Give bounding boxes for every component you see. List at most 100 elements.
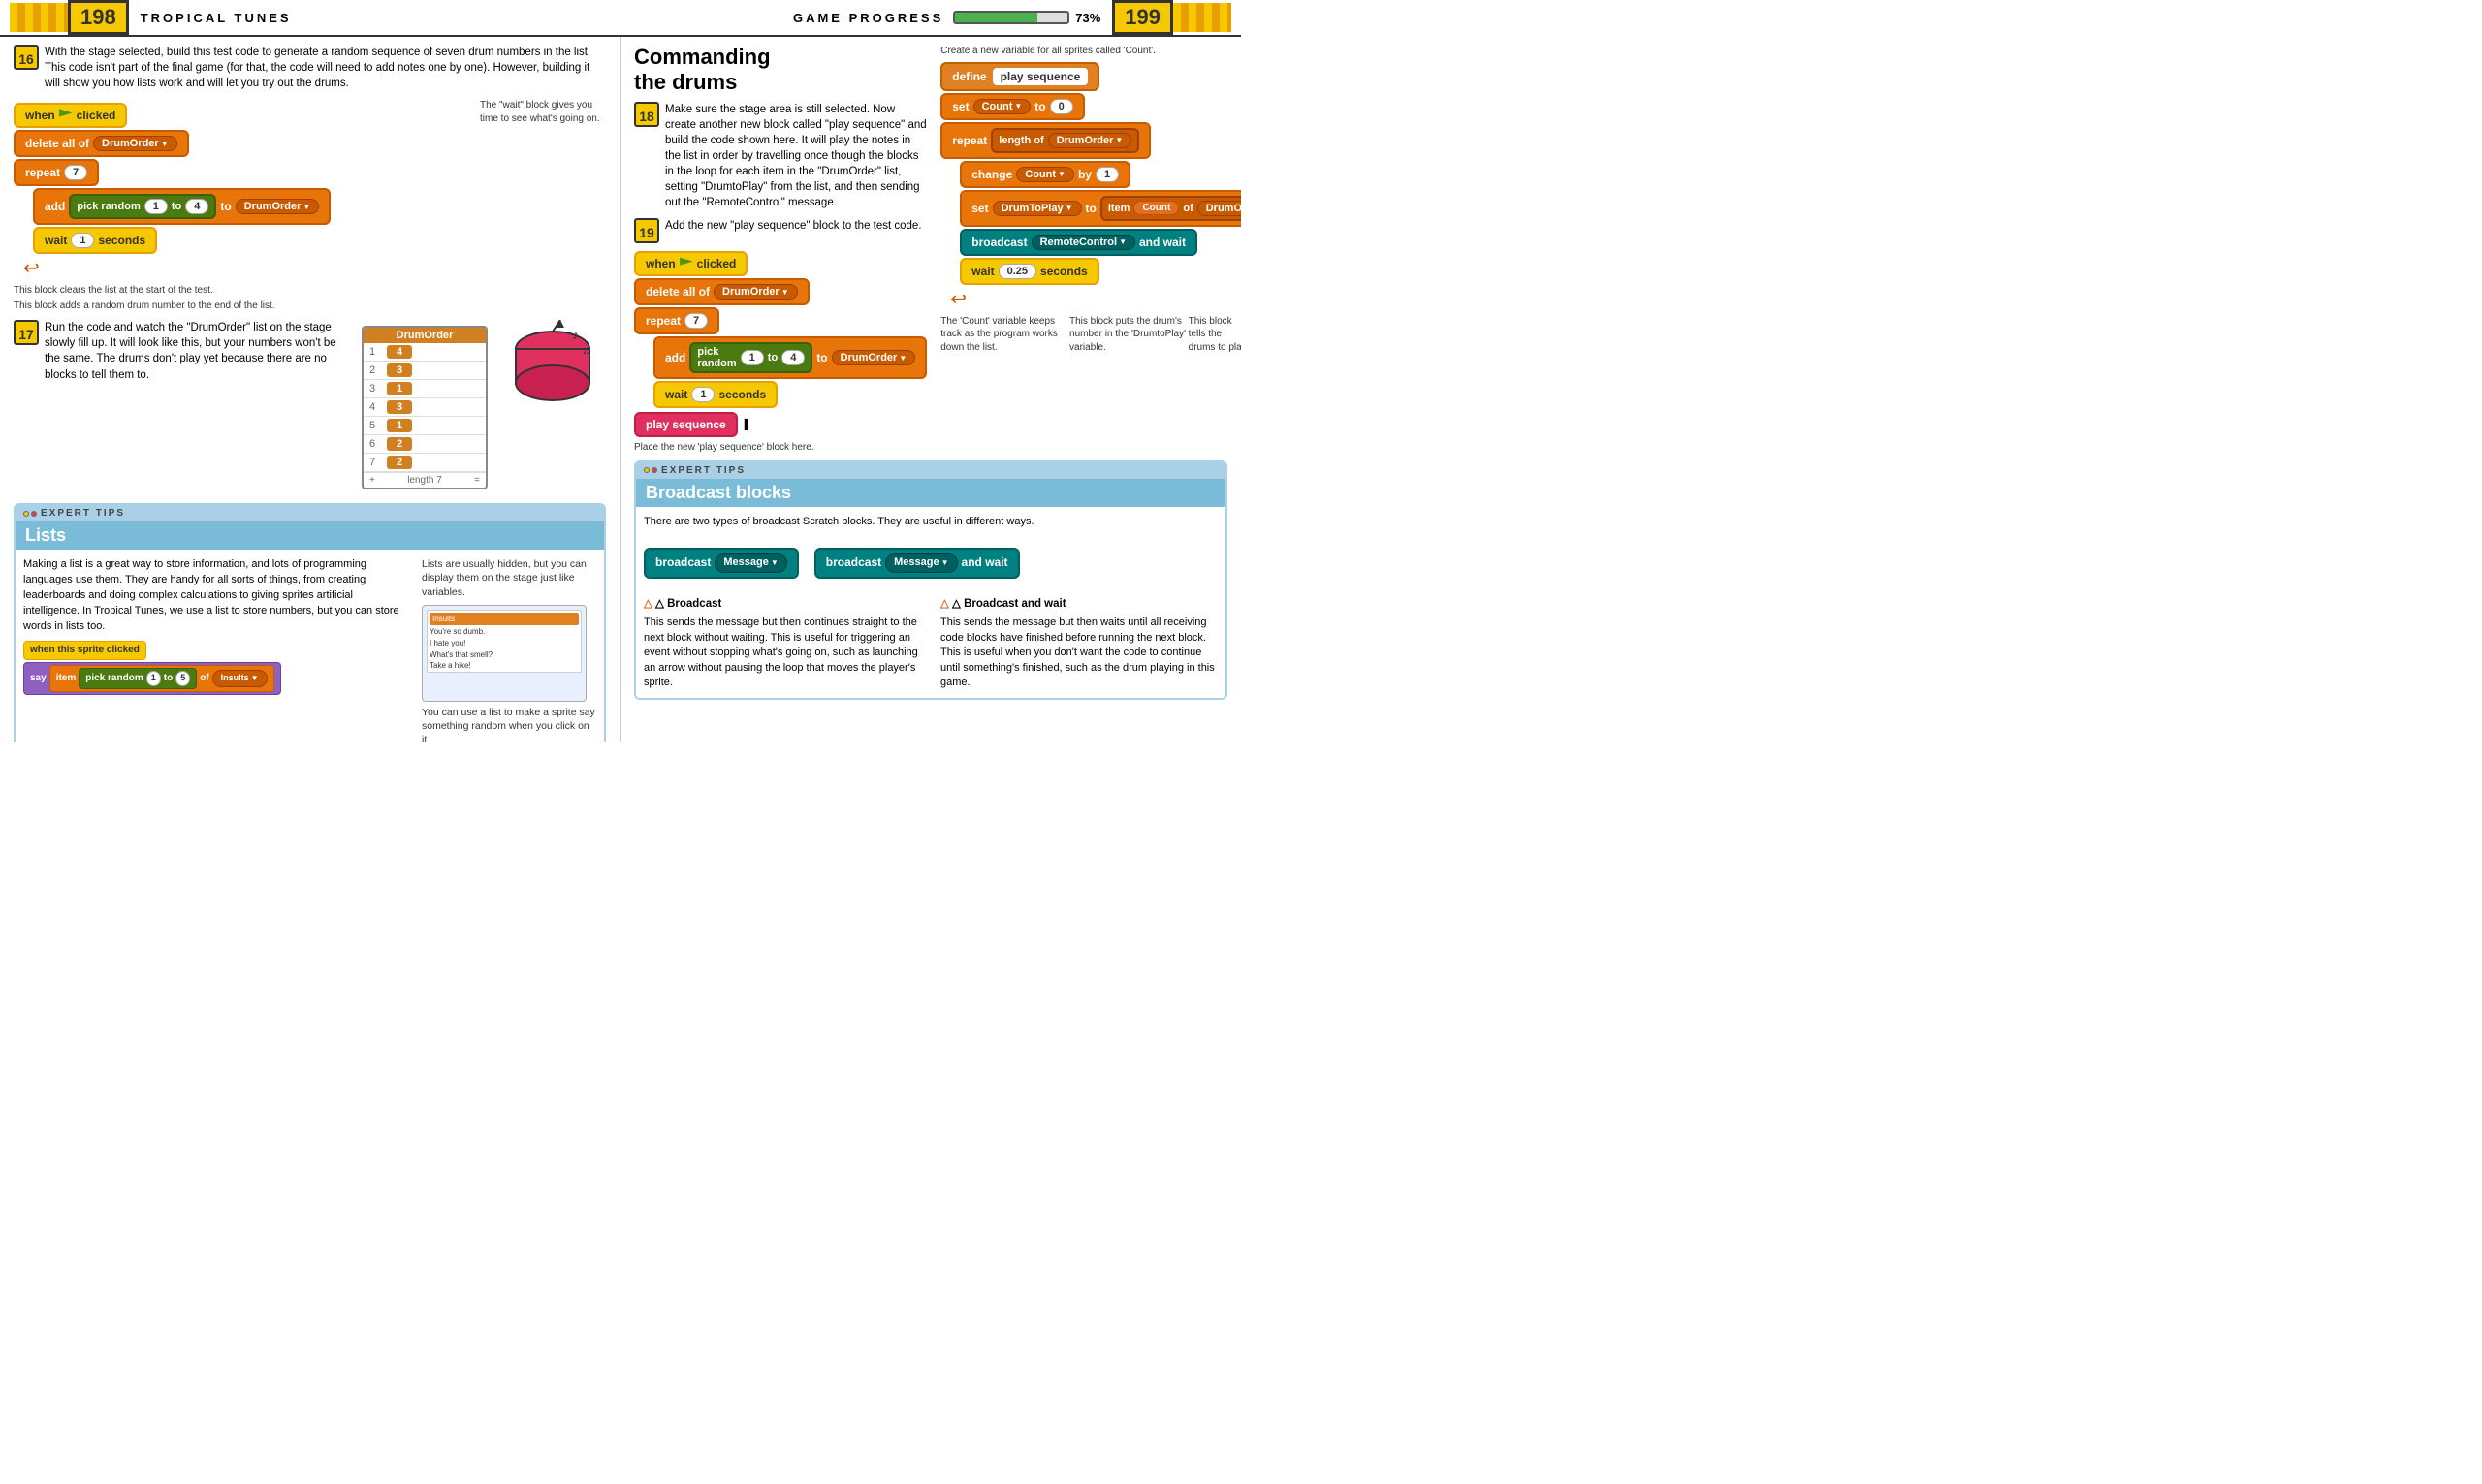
pixel-deco-left bbox=[10, 3, 68, 32]
message-dd2[interactable]: Message bbox=[885, 553, 957, 573]
to-label2: to bbox=[220, 200, 231, 213]
drum-row-val: 3 bbox=[387, 400, 412, 414]
add-block: add pick random 1 to 4 to DrumOrder bbox=[33, 188, 464, 225]
say-label: say bbox=[30, 672, 47, 686]
s19-delete-all: delete all of DrumOrder bbox=[634, 278, 927, 305]
set-label: set bbox=[952, 100, 969, 113]
step-19-row: 19 Add the new "play sequence" block to … bbox=[634, 218, 927, 243]
drum-row-3: 3 1 bbox=[364, 380, 486, 398]
message-dd[interactable]: Message bbox=[715, 553, 786, 573]
page-number-right: 199 bbox=[1112, 0, 1173, 35]
progress-bar-inner bbox=[955, 13, 1037, 22]
pick-5: 5 bbox=[175, 671, 190, 685]
drum-order-dropdown[interactable]: DrumOrder bbox=[93, 136, 177, 151]
drum-order-length-dd[interactable]: DrumOrder bbox=[1048, 133, 1132, 148]
define-label: define bbox=[952, 70, 986, 83]
drumtoplay-dd[interactable]: DrumToPlay bbox=[993, 201, 1082, 216]
step-16-text: With the stage selected, build this test… bbox=[45, 45, 606, 91]
callout-drum: This block puts the drum's number in the… bbox=[1069, 315, 1189, 355]
callout3: The "wait" block gives you time to see w… bbox=[480, 99, 606, 125]
s19-pick-label: pick random bbox=[697, 346, 736, 369]
broadcast-desc-left: △ △ Broadcast This sends the message but… bbox=[644, 596, 921, 691]
drum-row-val: 1 bbox=[387, 382, 412, 395]
callout-play: This block tells the drums to play. bbox=[1189, 315, 1241, 355]
callout-count: Create a new variable for all sprites ca… bbox=[940, 45, 1241, 58]
pick-from: 1 bbox=[144, 199, 168, 214]
set-count-block: set Count to 0 bbox=[940, 93, 1084, 120]
when-flag-clicked: when clicked bbox=[14, 103, 127, 128]
drum-order-dropdown2[interactable]: DrumOrder bbox=[236, 199, 320, 214]
section-title: Commandingthe drums bbox=[634, 45, 927, 96]
s19-add-label: add bbox=[665, 351, 685, 364]
wait2-label: wait bbox=[971, 265, 994, 278]
drum-image: ♪ ♫ bbox=[499, 320, 606, 420]
repeat-label2: repeat bbox=[952, 134, 987, 147]
expert-tips-body-text: Making a list is a great way to store in… bbox=[23, 557, 412, 742]
s19-drum-order-dd2[interactable]: DrumOrder bbox=[832, 350, 916, 365]
dot-yellow bbox=[23, 511, 29, 517]
s19-drum-order-dd[interactable]: DrumOrder bbox=[714, 284, 798, 300]
add-pick-random: add pick random 1 to 4 to DrumOrder bbox=[33, 188, 331, 225]
broadcast-rc-label: broadcast bbox=[971, 236, 1027, 249]
change-count-block: change Count by 1 bbox=[960, 161, 1130, 188]
define-row: define play sequence bbox=[940, 62, 1241, 91]
step16-scratch-blocks: when clicked delete all of DrumOrder bbox=[14, 103, 464, 280]
broadcast-wait-example-block: broadcast Message and wait bbox=[814, 548, 1020, 579]
step-19-text: Add the new "play sequence" block to the… bbox=[665, 218, 922, 234]
drum-row-num: 2 bbox=[369, 364, 387, 376]
wait-025-block: wait 0.25 seconds bbox=[960, 258, 1098, 285]
seconds2-label: seconds bbox=[1040, 265, 1088, 278]
drum-row-2: 2 3 bbox=[364, 362, 486, 380]
drum-row-num: 3 bbox=[369, 383, 387, 395]
flag-icon bbox=[59, 109, 73, 122]
count-dropdown[interactable]: Count bbox=[973, 99, 1032, 114]
step19-scratch-blocks: when clicked delete all of DrumOrder bbox=[634, 251, 927, 437]
drum-order-table: DrumOrder 1 4 2 3 3 1 4 3 bbox=[362, 326, 488, 489]
drum-row-num: 4 bbox=[369, 401, 387, 413]
drum-row-val: 4 bbox=[387, 345, 412, 359]
drum-row-num: 7 bbox=[369, 457, 387, 468]
page-title-right: Game Progress bbox=[793, 11, 943, 25]
callout-place: Place the new 'play sequence' block here… bbox=[634, 441, 927, 455]
step-17-text: Run the code and watch the "DrumOrder" l… bbox=[45, 320, 350, 382]
expert-tips-title: Lists bbox=[16, 521, 604, 550]
step-17-row: 17 Run the code and watch the "DrumOrder… bbox=[14, 320, 350, 382]
drum-row-5: 5 1 bbox=[364, 417, 486, 435]
remote-control-dd[interactable]: RemoteControl bbox=[1032, 235, 1135, 250]
s19-when-label: when bbox=[646, 257, 676, 270]
triangle-left: △ bbox=[644, 598, 655, 610]
progress-bar-container: 73% bbox=[953, 11, 1100, 25]
drum-row-4: 4 3 bbox=[364, 398, 486, 417]
drum-order-item-dd[interactable]: DrumOrder bbox=[1197, 201, 1241, 216]
expert-dots2 bbox=[644, 467, 657, 473]
drum-row-num: 6 bbox=[369, 438, 387, 450]
s19-to2: to bbox=[816, 351, 827, 364]
count-by-dropdown[interactable]: Count bbox=[1016, 167, 1074, 182]
change-count-row: change Count by 1 bbox=[960, 161, 1241, 188]
broadcast-text: This sends the message but then continue… bbox=[644, 616, 921, 690]
insults-list: You're so dumb. I hate you! What's that … bbox=[430, 626, 579, 672]
broadcast-wait-text: This sends the message but then waits un… bbox=[940, 616, 1218, 690]
s19-to-label: to bbox=[768, 352, 778, 363]
main-content: 1 6 With the stage selected, build this t… bbox=[0, 37, 1241, 742]
scratch-preview: Insults You're so dumb. I hate you! What… bbox=[422, 605, 587, 702]
drum-row-7: 7 2 bbox=[364, 454, 486, 472]
footer-equals: = bbox=[474, 475, 480, 486]
length-of-label: length of bbox=[999, 135, 1043, 146]
repeat-label: repeat bbox=[25, 166, 60, 179]
s19-delete-all-of: delete all of DrumOrder bbox=[634, 278, 810, 305]
expert-tips-para: Making a list is a great way to store in… bbox=[23, 557, 412, 635]
insults-dropdown[interactable]: Insults bbox=[212, 670, 268, 686]
drum-row-val: 3 bbox=[387, 363, 412, 377]
pick-to: 4 bbox=[185, 199, 208, 214]
expert-tips-broadcast-content: There are two types of broadcast Scratch… bbox=[636, 507, 1225, 699]
step-18-number: 18 bbox=[634, 102, 659, 127]
drum-svg: ♪ ♫ bbox=[504, 320, 601, 417]
expert-tips-lists: Expert Tips Lists Making a list is a gre… bbox=[14, 503, 606, 742]
wait-025-val: 0.25 bbox=[999, 264, 1036, 279]
section-title-text: Commandingthe drums bbox=[634, 45, 771, 94]
expert-tips-broadcast: Expert Tips Broadcast blocks There are t… bbox=[634, 460, 1227, 701]
s19-delete-label: delete all of bbox=[646, 285, 710, 299]
wait-025-row: wait 0.25 seconds bbox=[960, 258, 1241, 285]
loop-arrow2: ↩ bbox=[950, 287, 1241, 311]
